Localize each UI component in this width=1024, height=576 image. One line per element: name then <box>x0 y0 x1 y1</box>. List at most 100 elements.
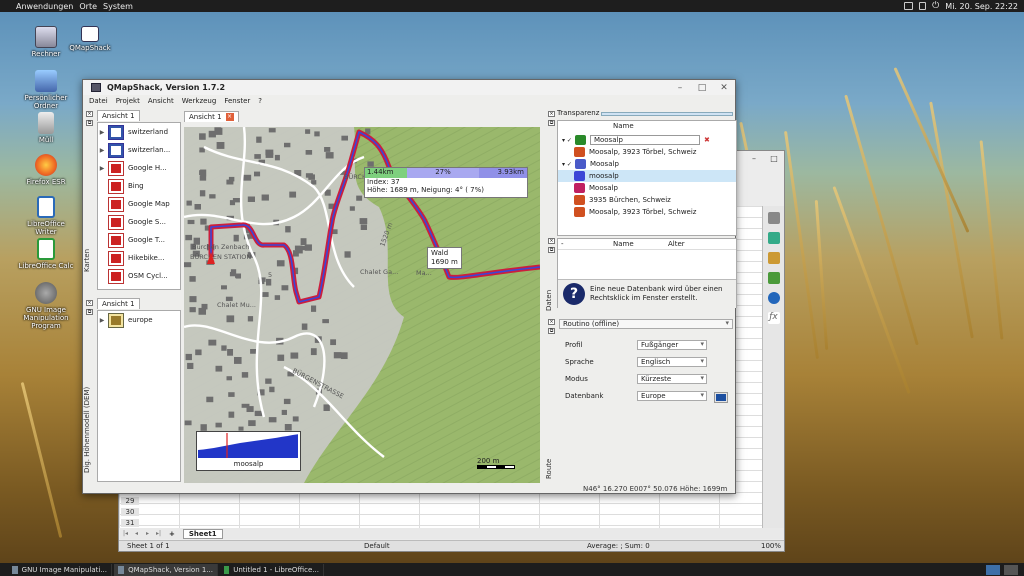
dock-float-icon[interactable]: ⧉ <box>548 328 555 334</box>
route-field-select[interactable]: Fußgänger <box>637 340 707 350</box>
list-item[interactable]: Bing <box>98 177 180 195</box>
workspace-switcher-2[interactable] <box>1004 564 1018 575</box>
maximize-button[interactable]: □ <box>764 154 784 163</box>
network-icon[interactable] <box>919 2 927 10</box>
list-item[interactable]: Google S... <box>98 213 180 231</box>
elevation-profile-mini[interactable]: moosalp <box>196 431 301 471</box>
expand-arrow-icon[interactable]: ▶ <box>98 317 106 324</box>
task-gimp[interactable]: GNU Image Manipulati... <box>8 563 112 576</box>
list-item[interactable]: ▶ switzerlan... <box>98 141 180 159</box>
column-header-name[interactable]: Name <box>613 122 634 130</box>
dock-close-icon[interactable]: × <box>548 111 555 117</box>
workspace-row[interactable]: Moosalp, 3923 Törbel, Schweiz <box>558 206 736 218</box>
navigator-icon[interactable] <box>767 292 780 304</box>
expand-checkbox-icon[interactable]: ▾ ✓ <box>562 161 572 168</box>
first-sheet-button[interactable]: |◂ <box>121 530 130 538</box>
desktop-icon-calc[interactable]: LibreOffice Calc <box>16 238 76 270</box>
transparency-slider[interactable] <box>601 112 733 116</box>
menu-datei[interactable]: Datei <box>89 97 108 105</box>
dock-close-icon[interactable]: × <box>86 300 93 306</box>
row-header[interactable]: 30 <box>121 508 139 516</box>
workspace-row[interactable]: ▾ ✓ Moosalp ✖ <box>558 134 736 146</box>
minimize-button[interactable]: – <box>744 154 764 163</box>
route-field-select[interactable]: Kürzeste <box>637 374 707 384</box>
route-field-select[interactable]: Europe <box>637 391 707 401</box>
task-qmapshack[interactable]: QMapShack, Version 1... <box>114 563 218 576</box>
next-sheet-button[interactable]: ▸ <box>143 530 152 538</box>
power-icon[interactable]: ⏻ <box>932 1 939 11</box>
keyboard-icon[interactable] <box>904 2 914 10</box>
expand-checkbox-icon[interactable]: ▾ ✓ <box>562 137 572 144</box>
desktop-icon-trash[interactable]: Müll <box>16 112 76 144</box>
last-sheet-button[interactable]: ▸| <box>154 530 163 538</box>
list-item[interactable]: ▶ europe <box>98 311 180 329</box>
add-sheet-button[interactable]: + <box>169 530 175 538</box>
menu-system[interactable]: System <box>103 2 133 11</box>
list-item[interactable]: ▶ Google H... <box>98 159 180 177</box>
workspace-switcher-1[interactable] <box>986 564 1000 575</box>
desktop-icon-qmapshack[interactable]: QMapShack <box>60 26 120 52</box>
workspace-row-label[interactable]: Moosalp <box>589 135 700 145</box>
clear-search-icon[interactable]: ✖ <box>704 136 710 144</box>
desktop-icon-writer[interactable]: LibreOffice Writer <box>16 196 76 236</box>
status-zoom[interactable]: 100% <box>761 542 781 550</box>
expand-arrow-icon[interactable]: ▶ <box>98 129 106 136</box>
menu-werkzeug[interactable]: Werkzeug <box>182 97 217 105</box>
folder-button[interactable] <box>714 392 728 403</box>
column-header-dash[interactable]: - <box>558 240 613 248</box>
router-select[interactable]: Routino (offline) ▾ <box>559 319 733 329</box>
dem-view-tab[interactable]: Ansicht 1 <box>97 298 140 309</box>
minimize-button[interactable]: – <box>669 83 691 93</box>
functions-icon[interactable]: ƒx <box>767 312 780 324</box>
row-header[interactable]: 31 <box>121 519 139 527</box>
dock-close-icon[interactable]: × <box>86 111 93 117</box>
row-header[interactable]: 29 <box>121 497 139 505</box>
dock-float-icon[interactable]: ⧉ <box>548 120 555 126</box>
column-header-age[interactable]: Alter <box>668 240 685 248</box>
list-item[interactable]: ▶ switzerland <box>98 123 180 141</box>
prev-sheet-button[interactable]: ◂ <box>132 530 141 538</box>
dock-float-icon[interactable]: ⧉ <box>548 247 555 253</box>
list-item[interactable]: Google Map <box>98 195 180 213</box>
sheet-tab[interactable]: Sheet1 <box>182 528 223 539</box>
menu-anwendungen[interactable]: Anwendungen <box>16 2 73 11</box>
dock-float-icon[interactable]: ⧉ <box>86 309 93 315</box>
dock-close-icon[interactable]: × <box>548 238 555 244</box>
dock-close-icon[interactable]: × <box>548 319 555 325</box>
list-item[interactable]: Hikebike... <box>98 249 180 267</box>
workspace-row[interactable]: moosalp <box>558 170 736 182</box>
expand-arrow-icon[interactable]: ▶ <box>98 165 106 172</box>
menu-help[interactable]: ? <box>258 97 262 105</box>
workspace-row[interactable]: Moosalp <box>558 182 736 194</box>
building <box>281 409 287 415</box>
properties-icon[interactable] <box>767 212 780 224</box>
route-field-select[interactable]: Englisch <box>637 357 707 367</box>
desktop-icon-home[interactable]: Persönlicher Ordner <box>16 70 76 110</box>
menu-orte[interactable]: Orte <box>79 2 97 11</box>
close-button[interactable]: ✕ <box>713 83 735 93</box>
workspace-row[interactable]: 3935 Bürchen, Schweiz <box>558 194 736 206</box>
close-tab-icon[interactable]: × <box>225 113 234 121</box>
workspace-row[interactable]: ▾ ✓ Moosalp <box>558 158 736 170</box>
column-header-name[interactable]: Name <box>613 240 668 248</box>
desktop-icon-firefox[interactable]: Firefox ESR <box>16 154 76 186</box>
expand-arrow-icon[interactable]: ▶ <box>98 147 106 154</box>
list-item[interactable]: Google T... <box>98 231 180 249</box>
list-item[interactable]: OSM Cycl... <box>98 267 180 285</box>
menu-fenster[interactable]: Fenster <box>224 97 250 105</box>
dock-float-icon[interactable]: ⧉ <box>86 120 93 126</box>
map-canvas[interactable]: BÜRCHEN, PAS...Bürchen ZenbachBÜRCHEN ST… <box>184 127 540 483</box>
clock[interactable]: Mi. 20. Sep. 22:22 <box>945 2 1018 11</box>
task-libreoffice[interactable]: Untitled 1 - LibreOffice... <box>220 563 324 576</box>
image-icon[interactable] <box>767 272 780 284</box>
qmapshack-window[interactable]: QMapShack, Version 1.7.2 – □ ✕ Datei Pro… <box>82 79 737 494</box>
menu-projekt[interactable]: Projekt <box>116 97 140 105</box>
menu-ansicht[interactable]: Ansicht <box>148 97 174 105</box>
map-view-tab[interactable]: Ansicht 1 × <box>184 111 239 122</box>
gallery-icon[interactable] <box>767 252 780 264</box>
desktop-icon-gimp[interactable]: GNU Image Manipulation Program <box>16 282 76 330</box>
workspace-row[interactable]: Moosalp, 3923 Törbel, Schweiz <box>558 146 736 158</box>
maximize-button[interactable]: □ <box>691 83 713 93</box>
maps-view-tab[interactable]: Ansicht 1 <box>97 110 140 121</box>
styles-icon[interactable] <box>767 232 780 244</box>
